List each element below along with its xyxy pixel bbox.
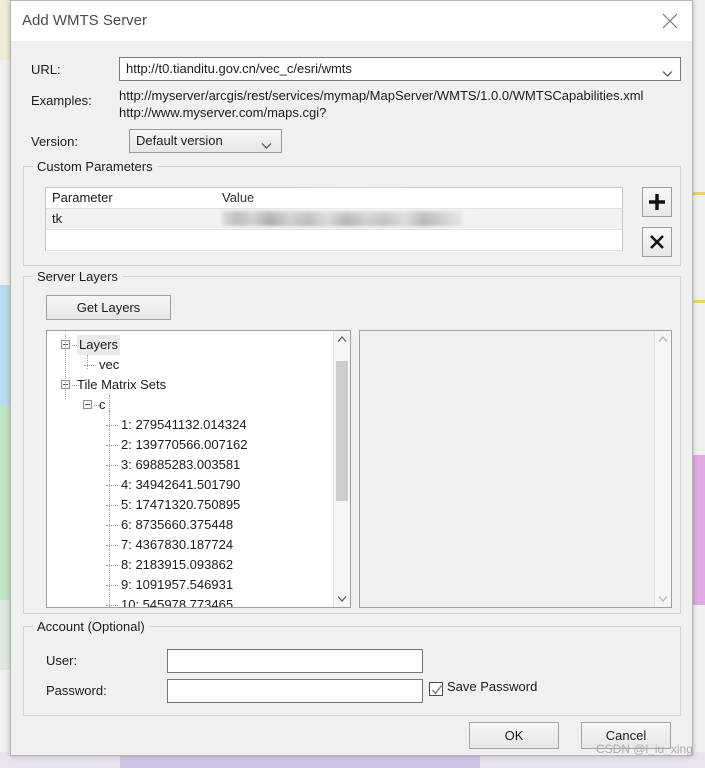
- save-password-checkbox[interactable]: [429, 682, 443, 696]
- scroll-thumb[interactable]: [336, 361, 348, 501]
- tree-connector: [84, 365, 96, 367]
- version-select-value: Default version: [136, 133, 223, 148]
- tree-connector: [106, 465, 118, 467]
- tree-node[interactable]: 1: 279541132.014324: [47, 415, 333, 435]
- examples-label: Examples:: [31, 93, 92, 108]
- tree-connector: [106, 485, 118, 487]
- user-input[interactable]: [167, 649, 423, 673]
- tree-connector: [106, 425, 118, 427]
- tree-node[interactable]: vec: [47, 355, 333, 375]
- tree-connector: [109, 395, 111, 411]
- server-layers-tree-panel[interactable]: Layers vec Tile Matrix Sets c 1: 279541132.0…: [46, 330, 351, 608]
- tree-connector: [65, 335, 67, 399]
- tree-node[interactable]: Layers: [47, 335, 333, 355]
- tree-node-label: 6: 8735660.375448: [121, 517, 234, 532]
- server-layers-tree[interactable]: Layers vec Tile Matrix Sets c 1: 279541132.0…: [47, 335, 333, 608]
- close-icon[interactable]: [648, 1, 692, 41]
- selected-layers-panel[interactable]: [359, 330, 672, 608]
- tree-connector: [106, 525, 118, 527]
- tree-node[interactable]: 8: 2183915.093862: [47, 555, 333, 575]
- tree-connector: [106, 445, 118, 447]
- example-url-1: http://myserver/arcgis/rest/services/mym…: [119, 88, 644, 103]
- tree-node-label: 2: 139770566.007162: [121, 437, 248, 452]
- custom-parameters-title: Custom Parameters: [33, 159, 157, 174]
- scroll-down-icon[interactable]: [655, 590, 671, 607]
- ok-button[interactable]: OK: [469, 722, 559, 749]
- scroll-up-icon[interactable]: [334, 331, 350, 348]
- tree-node[interactable]: Tile Matrix Sets: [47, 375, 333, 395]
- tree-node-label: 8: 2183915.093862: [121, 557, 234, 572]
- examples-text: http://myserver/arcgis/rest/services/mym…: [119, 87, 689, 121]
- server-layers-group: Server Layers Get Layers Layers vec Tile M…: [23, 269, 681, 614]
- scroll-down-icon[interactable]: [334, 590, 350, 607]
- plus-icon: [649, 194, 665, 210]
- tree-node-label: Layers: [77, 335, 121, 355]
- tree-node-label: 1: 279541132.014324: [121, 417, 247, 432]
- server-layers-title: Server Layers: [33, 269, 122, 284]
- column-header-value: Value: [222, 190, 255, 205]
- tree-node[interactable]: 4: 34942641.501790: [47, 475, 333, 495]
- version-label: Version:: [31, 134, 78, 149]
- cell-parameter: tk: [52, 211, 63, 226]
- tree-connector: [106, 605, 118, 607]
- page-title: Add WMTS Server: [22, 12, 148, 29]
- tree-connector: [106, 565, 118, 567]
- custom-parameters-table[interactable]: Parameter Value tk: [45, 182, 623, 251]
- delete-parameter-button[interactable]: [642, 227, 672, 257]
- tree-node[interactable]: 2: 139770566.007162: [47, 435, 333, 455]
- tree-node-label: 5: 17471320.750895: [121, 497, 241, 512]
- tree-node-label: c: [99, 397, 106, 412]
- watermark: CSDN @l_iu_xing: [596, 742, 693, 756]
- tree-node-label: 4: 34942641.501790: [121, 477, 241, 492]
- dialog-content: URL: http://t0.tianditu.gov.cn/vec_c/esr…: [11, 41, 692, 755]
- example-url-2: http://www.myserver.com/maps.cgi?: [119, 105, 327, 120]
- tree-connector: [106, 585, 118, 587]
- tree-node[interactable]: 7: 4367830.187724: [47, 535, 333, 555]
- url-input-value: http://t0.tianditu.gov.cn/vec_c/esri/wmt…: [126, 61, 352, 76]
- tree-node-label: 3: 69885283.003581: [121, 457, 241, 472]
- tree-connector: [87, 355, 89, 369]
- tree-node-label: 10: 545978.773465: [121, 597, 234, 608]
- chevron-down-icon[interactable]: [261, 138, 272, 153]
- save-password-label: Save Password: [447, 679, 538, 694]
- get-layers-button[interactable]: Get Layers: [46, 295, 171, 320]
- password-input[interactable]: [167, 679, 423, 703]
- cell-value-redacted: [222, 211, 462, 226]
- add-parameter-button[interactable]: [642, 187, 672, 217]
- check-icon: [431, 685, 443, 695]
- tree-node-label: 9: 1091957.546931: [121, 577, 234, 592]
- tree-node[interactable]: 5: 17471320.750895: [47, 495, 333, 515]
- account-title: Account (Optional): [33, 619, 149, 634]
- table-row[interactable]: tk: [46, 209, 622, 230]
- table-header-row: Parameter Value: [46, 188, 622, 209]
- chevron-down-icon[interactable]: [662, 66, 673, 81]
- tree-node-label: vec: [99, 357, 120, 372]
- tree-expander-icon[interactable]: [83, 400, 92, 409]
- selected-layers-scrollbar[interactable]: [654, 331, 671, 607]
- table-row[interactable]: [46, 230, 622, 251]
- tree-connector: [106, 545, 118, 547]
- tree-scrollbar[interactable]: [333, 331, 350, 607]
- title-bar: Add WMTS Server: [11, 1, 692, 41]
- close-x-icon: [650, 235, 664, 249]
- custom-parameters-group: Custom Parameters Parameter Value tk: [23, 159, 681, 266]
- add-wmts-server-dialog: Add WMTS Server URL: http://t0.tianditu.…: [10, 0, 693, 756]
- url-input[interactable]: http://t0.tianditu.gov.cn/vec_c/esri/wmt…: [119, 57, 681, 81]
- url-label: URL:: [31, 62, 61, 77]
- tree-connector: [106, 505, 118, 507]
- column-header-parameter: Parameter: [52, 190, 113, 205]
- user-label: User:: [46, 653, 78, 668]
- tree-node-label: Tile Matrix Sets: [77, 377, 167, 392]
- tree-node-label: 7: 4367830.187724: [121, 537, 234, 552]
- password-label: Password:: [46, 683, 107, 698]
- version-select[interactable]: Default version: [129, 129, 282, 153]
- tree-node[interactable]: 9: 1091957.546931: [47, 575, 333, 595]
- tree-node[interactable]: 10: 545978.773465: [47, 595, 333, 608]
- tree-node[interactable]: c: [47, 395, 333, 415]
- tree-connector: [109, 411, 111, 607]
- account-group: Account (Optional) User: Password: Save …: [23, 619, 681, 716]
- tree-node[interactable]: 3: 69885283.003581: [47, 455, 333, 475]
- scroll-up-icon[interactable]: [655, 331, 671, 348]
- tree-node[interactable]: 6: 8735660.375448: [47, 515, 333, 535]
